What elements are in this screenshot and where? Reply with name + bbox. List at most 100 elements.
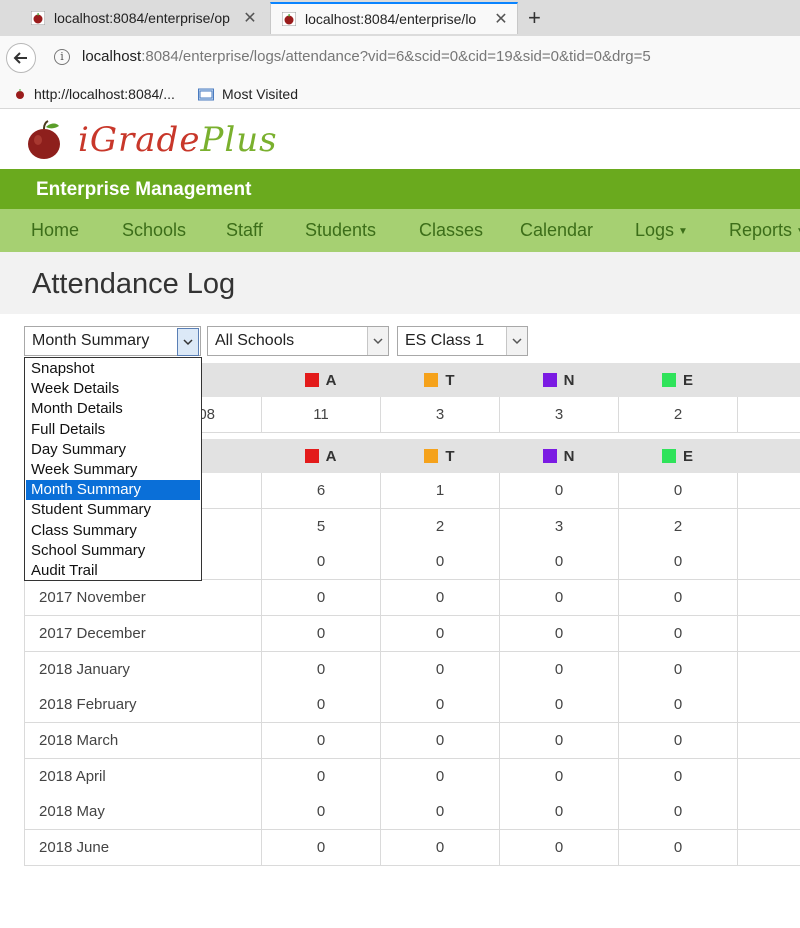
menu-classes[interactable]: Classes [419,220,483,241]
menu-students[interactable]: Students [305,220,376,241]
chevron-down-icon[interactable] [177,328,199,356]
header-tardy: T [380,363,499,397]
count-n: 3 [500,508,619,544]
count-a: 0 [262,615,381,651]
url-bar[interactable]: localhost:8084/enterprise/logs/attendanc… [82,48,651,65]
count-a: 0 [262,651,381,687]
site-info-icon[interactable]: i [54,49,70,65]
apple-favicon-icon [30,10,46,26]
header-tardy: T [380,439,499,473]
month-label: 2018 April [25,758,262,794]
school-select-value: All Schools [215,332,295,349]
menu-logs[interactable]: Logs ▼ [635,220,688,241]
logo-part-plus: Plus [200,120,278,160]
count-t: 0 [381,651,500,687]
count-e: 0 [619,758,738,794]
count-t: 0 [381,758,500,794]
table-row: 2018 March 0 0 0 0 [24,722,800,759]
header-label: T [445,447,455,465]
count-a: 0 [262,580,381,616]
count-n: 0 [500,544,619,580]
page-title: Attendance Log [32,268,236,300]
menu-logs-label: Logs [635,220,675,240]
chevron-down-icon[interactable] [367,327,388,355]
banner-title: Enterprise Management [36,179,252,200]
dropdown-option[interactable]: School Summary [26,541,200,561]
count-a: 0 [262,794,381,830]
count-e: 0 [619,794,738,830]
dropdown-option[interactable]: Month Details [26,399,200,419]
table-row: 2017 December 0 0 0 0 [24,615,800,652]
count-a: 0 [262,687,381,723]
close-tab-icon[interactable]: ✕ [491,9,511,29]
browser-tab-bar: localhost:8084/enterprise/op ✕ localhost… [0,0,800,36]
menu-calendar[interactable]: Calendar [520,220,593,241]
absent-swatch [304,449,319,463]
count-e: 0 [619,687,738,723]
totals-e: 2 [619,397,738,432]
count-n: 0 [500,580,619,616]
back-button[interactable] [6,43,36,73]
bookmark-most-visited[interactable]: Most Visited [198,86,298,102]
close-tab-icon[interactable]: ✕ [240,8,260,28]
count-t: 0 [381,794,500,830]
dropdown-option[interactable]: Snapshot [26,359,200,379]
class-select[interactable]: ES Class 1 [397,326,528,356]
table-row: 2018 April 0 0 0 0 [24,758,800,795]
menu-staff[interactable]: Staff [226,220,263,241]
n-swatch [542,373,557,387]
count-e: 2 [619,508,738,544]
school-select[interactable]: All Schools [207,326,389,356]
count-n: 0 [500,830,619,865]
n-swatch [542,449,557,463]
count-t: 1 [381,473,500,508]
browser-tab-1[interactable]: localhost:8084/enterprise/op ✕ [20,2,266,34]
caret-down-icon: ▼ [678,225,688,237]
table-row: 2018 February 0 0 0 0 [24,687,800,724]
count-n: 0 [500,615,619,651]
caret-down-icon: ▼ [796,226,800,237]
dropdown-option[interactable]: Audit Trail [26,561,200,581]
main-menu: Home Schools Staff Students Classes Cale… [0,209,800,252]
count-a: 0 [262,722,381,758]
dropdown-option[interactable]: Day Summary [26,440,200,460]
new-tab-button[interactable]: + [528,5,541,31]
view-select[interactable]: Month Summary [24,326,201,356]
header-label: T [445,371,455,389]
dropdown-option[interactable]: Class Summary [26,521,200,541]
menu-schools[interactable]: Schools [122,220,186,241]
url-host: localhost [82,48,142,65]
header-label: A [325,447,337,465]
dropdown-option[interactable]: Week Details [26,379,200,399]
dropdown-option[interactable]: Student Summary [26,500,200,520]
bookmark-localhost[interactable]: http://localhost:8084/... [14,86,175,102]
excused-swatch [661,373,676,387]
browser-tab-2[interactable]: localhost:8084/enterprise/lo ✕ [270,2,518,34]
month-label: 2017 December [25,615,262,651]
table-row: 2018 May 0 0 0 0 [24,794,800,831]
header-excused: E [618,363,737,397]
count-n: 0 [500,473,619,508]
dropdown-option[interactable]: Week Summary [26,460,200,480]
chevron-down-icon[interactable] [506,327,527,355]
count-e: 0 [619,544,738,580]
apple-logo-icon [28,120,60,159]
app-logo-text[interactable]: iGradePlus [78,120,278,160]
month-label: 2017 November [25,580,262,616]
count-e: 0 [619,615,738,651]
dropdown-option[interactable]: Month Summary [26,480,200,501]
totals-a: 11 [262,397,381,432]
dropdown-option[interactable]: Full Details [26,420,200,440]
excused-swatch [661,449,676,463]
menu-reports[interactable]: Reports▼ [729,220,800,241]
apple-favicon-icon [281,11,297,27]
count-e: 0 [619,830,738,865]
back-arrow-icon [13,52,27,64]
count-t: 0 [381,615,500,651]
count-t: 0 [381,580,500,616]
menu-home[interactable]: Home [31,220,79,241]
count-a: 0 [262,830,381,865]
header-label: A [325,371,337,389]
totals-n: 3 [500,397,619,432]
view-dropdown-list: Snapshot Week Details Month Details Full De… [24,357,202,581]
